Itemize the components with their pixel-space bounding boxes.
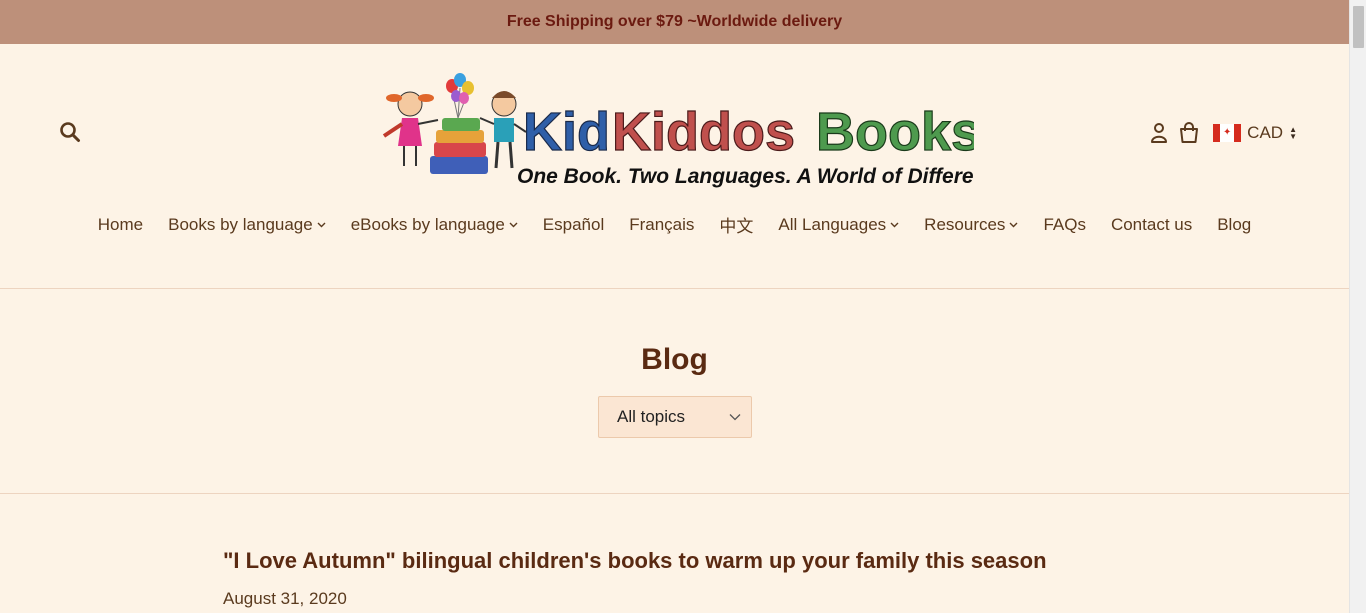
logo-brand-kiddos: Kiddos	[612, 102, 795, 162]
nav-label: Blog	[1217, 214, 1252, 234]
logo-tagline: One Book. Two Languages. A World of Diff…	[517, 165, 974, 188]
search-button[interactable]	[58, 120, 82, 144]
nav-label: All Languages	[778, 214, 887, 234]
currency-selector[interactable]: ✦ CAD ▲ ▼	[1213, 123, 1297, 143]
chevron-down-icon	[1009, 222, 1018, 227]
nav-item-espanol[interactable]: Español	[530, 215, 616, 235]
cart-icon	[1180, 122, 1199, 143]
logo-brand-books: Books	[816, 102, 974, 162]
nav-item-resources[interactable]: Resources	[912, 215, 1031, 235]
account-button[interactable]	[1147, 120, 1171, 146]
nav-label: Books by language	[168, 214, 313, 234]
nav-item-ebooks-by-language[interactable]: eBooks by language	[338, 215, 530, 235]
nav-item-all-languages[interactable]: All Languages	[766, 215, 912, 235]
nav-label: Contact us	[1110, 214, 1193, 234]
chevron-down-icon	[890, 222, 899, 227]
article-title-link[interactable]: "I Love Autumn" bilingual children's boo…	[223, 548, 1047, 574]
header-actions: ✦ CAD ▲ ▼	[1147, 120, 1297, 146]
header-divider	[0, 288, 1349, 289]
nav-item-home[interactable]: Home	[85, 215, 155, 235]
article-date: August 31, 2020	[223, 589, 347, 608]
sort-arrows-icon: ▲ ▼	[1289, 125, 1297, 141]
search-icon	[60, 122, 80, 142]
page-title: Blog	[641, 343, 708, 376]
nav-label: Español	[542, 214, 605, 234]
site-logo[interactable]: Kid Kiddos Books One Book. Two Languages…	[380, 70, 1017, 190]
logo-graphic: Kid Kiddos Books One Book. Two Languages…	[382, 73, 1017, 188]
user-icon	[1151, 123, 1168, 143]
section-divider	[0, 493, 1349, 494]
chevron-down-icon	[317, 222, 326, 227]
topic-select-value: All topics	[617, 407, 686, 426]
nav-item-books-by-language[interactable]: Books by language	[156, 215, 339, 235]
topic-filter-select[interactable]: All topics	[598, 396, 752, 438]
scrollbar-thumb[interactable]	[1353, 6, 1364, 48]
announcement-bar: Free Shipping over $79 ~Worldwide delive…	[0, 0, 1349, 44]
nav-label: FAQs	[1043, 214, 1086, 234]
page: Free Shipping over $79 ~Worldwide delive…	[0, 0, 1349, 613]
chevron-down-icon	[509, 222, 518, 227]
logo-brand-kid: Kid	[523, 102, 610, 162]
nav-label: Resources	[924, 214, 1006, 234]
page-scrollbar[interactable]	[1349, 0, 1366, 613]
nav-label: Français	[629, 214, 695, 234]
cart-button[interactable]	[1177, 120, 1201, 146]
currency-code: CAD	[1247, 123, 1284, 142]
canada-flag-icon: ✦	[1213, 124, 1242, 142]
main-nav: Home Books by language eBooks by languag…	[0, 212, 1349, 237]
nav-label: 中文	[719, 217, 754, 236]
nav-item-chinese[interactable]: 中文	[707, 212, 766, 237]
nav-item-blog[interactable]: Blog	[1205, 215, 1264, 235]
nav-label: eBooks by language	[350, 214, 505, 234]
nav-item-francais[interactable]: Français	[617, 215, 707, 235]
nav-label: Home	[97, 214, 144, 234]
nav-item-faqs[interactable]: FAQs	[1031, 215, 1099, 235]
announcement-text[interactable]: Free Shipping over $79 ~Worldwide delive…	[507, 13, 842, 31]
nav-item-contact-us[interactable]: Contact us	[1098, 215, 1204, 235]
chevron-down-icon	[729, 414, 741, 421]
